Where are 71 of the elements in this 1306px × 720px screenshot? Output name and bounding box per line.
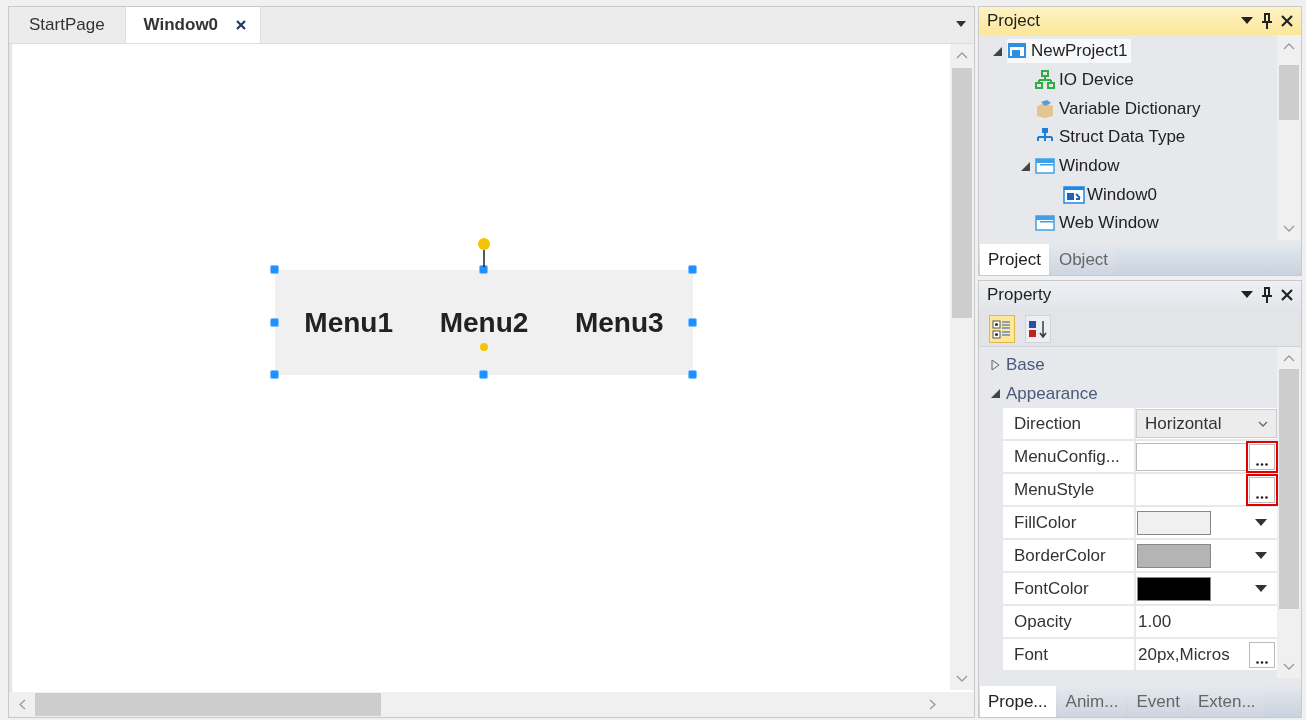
property-group[interactable]: Base: [1006, 354, 1045, 375]
ellipsis-icon: [1256, 495, 1268, 499]
resize-handle[interactable]: [270, 370, 279, 379]
vertical-scrollbar[interactable]: [1277, 35, 1301, 240]
dropdown-arrow-icon[interactable]: [1241, 17, 1253, 25]
close-icon[interactable]: [1281, 289, 1293, 301]
resize-handle[interactable]: [688, 317, 697, 327]
pin-icon[interactable]: [1261, 287, 1273, 303]
resize-handle[interactable]: [270, 317, 279, 327]
color-swatch[interactable]: [1137, 576, 1211, 601]
document-tab[interactable]: StartPage: [9, 7, 126, 43]
property-value[interactable]: 20px,Micros: [1136, 644, 1230, 665]
property-name: MenuStyle: [1003, 474, 1136, 505]
collapse-triangle-icon[interactable]: [992, 46, 1002, 56]
expand-triangle-icon[interactable]: [991, 359, 1000, 370]
document-tab[interactable]: Window0: [125, 7, 262, 43]
menu-widget[interactable]: Menu1 Menu2 Menu3: [275, 270, 693, 375]
sort-icon: [1028, 319, 1048, 339]
tree-item[interactable]: Web Window: [1035, 211, 1163, 236]
property-name: Font: [1003, 639, 1136, 670]
window-icon: [1063, 184, 1085, 205]
color-swatch[interactable]: [1137, 510, 1211, 535]
network-icon: [1035, 70, 1057, 91]
ellipsis-icon: [1256, 660, 1268, 664]
resize-handle[interactable]: [688, 370, 697, 379]
resize-handle[interactable]: [479, 370, 488, 379]
ellipsis-button[interactable]: [1249, 476, 1275, 503]
close-icon[interactable]: [1281, 15, 1293, 27]
vertical-scrollbar[interactable]: [1277, 347, 1301, 678]
collapse-triangle-icon[interactable]: [1020, 161, 1030, 171]
close-icon[interactable]: [236, 20, 247, 30]
tree-item[interactable]: IO Device: [1035, 68, 1138, 93]
collapse-triangle-icon[interactable]: [991, 388, 1000, 399]
ellipsis-icon: [1256, 462, 1268, 466]
resize-handle[interactable]: [270, 265, 279, 274]
panel-tab[interactable]: Prope...: [980, 686, 1056, 717]
categorized-view-icon: [992, 319, 1012, 339]
tree-item[interactable]: Struct Data Type: [1035, 125, 1190, 150]
dropdown-arrow-icon[interactable]: [1255, 519, 1267, 526]
rotate-handle[interactable]: [477, 237, 491, 267]
resize-handle[interactable]: [479, 265, 488, 274]
panel-title: Property: [987, 285, 1052, 305]
chevron-down-icon: [1258, 420, 1268, 427]
ellipsis-button[interactable]: [1249, 443, 1275, 470]
dropdown-arrow-icon[interactable]: [1255, 585, 1267, 592]
menu-item: Menu1: [304, 308, 393, 337]
property-value[interactable]: 1.00: [1136, 611, 1277, 632]
dropdown-arrow-icon[interactable]: [1241, 291, 1253, 299]
input-field[interactable]: [1136, 442, 1247, 471]
dropdown-arrow-icon[interactable]: [956, 21, 966, 27]
tree-item[interactable]: NewProject1: [1007, 39, 1132, 64]
resize-handle[interactable]: [688, 265, 697, 274]
ellipsis-button[interactable]: [1249, 641, 1275, 668]
categorized-view-button[interactable]: [989, 315, 1015, 343]
sort-button[interactable]: [1025, 315, 1051, 343]
menu-item: Menu3: [574, 308, 664, 337]
dropdown-arrow-icon[interactable]: [1255, 552, 1267, 559]
window-icon: [1035, 156, 1057, 177]
tree-item[interactable]: Window: [1035, 154, 1124, 179]
dropdown[interactable]: Horizontal: [1136, 409, 1277, 438]
panel-title: Project: [987, 11, 1040, 31]
window-icon: [1035, 213, 1057, 234]
property-group[interactable]: Appearance: [1006, 383, 1098, 404]
property-name: Opacity: [1003, 606, 1136, 637]
pin-icon[interactable]: [1261, 13, 1273, 29]
vertical-scrollbar[interactable]: [950, 44, 974, 690]
color-swatch[interactable]: [1137, 543, 1211, 568]
tree-item[interactable]: Window0: [1063, 182, 1161, 207]
panel-tab[interactable]: Project: [980, 244, 1049, 275]
menu-item: Menu2: [439, 308, 529, 337]
tree-item[interactable]: Variable Dictionary: [1035, 96, 1205, 121]
